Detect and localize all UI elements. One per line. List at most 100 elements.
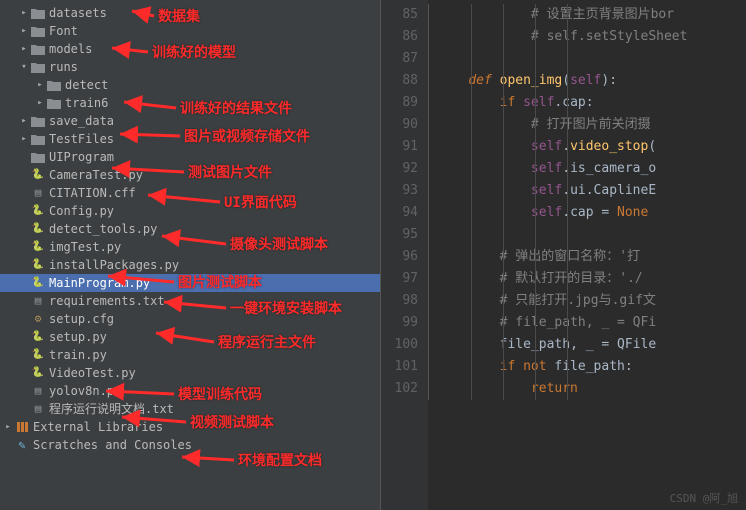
collapse-icon[interactable] xyxy=(18,58,30,76)
code-line[interactable]: return xyxy=(428,378,746,400)
line-number: 90 xyxy=(381,114,428,136)
tree-item-label: Config.py xyxy=(49,202,114,220)
expand-icon[interactable] xyxy=(18,130,30,148)
folder-icon xyxy=(30,114,46,128)
expand-icon[interactable] xyxy=(34,94,46,112)
expand-icon[interactable] xyxy=(2,418,14,436)
tree-item[interactable]: 🐍installPackages.py xyxy=(0,256,380,274)
folder-icon xyxy=(30,6,46,20)
tree-item-label: detect xyxy=(65,76,108,94)
python-file-icon: 🐍 xyxy=(30,240,46,254)
tree-item[interactable]: ▤CITATION.cff xyxy=(0,184,380,202)
line-number: 95 xyxy=(381,224,428,246)
line-number: 100 xyxy=(381,334,428,356)
code-line[interactable]: # self.setStyleSheet xyxy=(428,26,746,48)
tree-item[interactable]: ⚙setup.cfg xyxy=(0,310,380,328)
folder-icon xyxy=(30,150,46,164)
tree-item[interactable]: train6 xyxy=(0,94,380,112)
tree-item[interactable]: save_data xyxy=(0,112,380,130)
tree-item-label: train.py xyxy=(49,346,107,364)
code-line[interactable]: # 默认打开的目录：'./ xyxy=(428,268,746,290)
python-file-icon: 🐍 xyxy=(30,168,46,182)
code-line[interactable]: # 弹出的窗口名称：'打 xyxy=(428,246,746,268)
tree-item[interactable]: UIProgram xyxy=(0,148,380,166)
code-line[interactable]: self.video_stop( xyxy=(428,136,746,158)
tree-item[interactable]: 🐍detect_tools.py xyxy=(0,220,380,238)
line-number: 87 xyxy=(381,48,428,70)
tree-item-label: CameraTest.py xyxy=(49,166,143,184)
tree-item-label: detect_tools.py xyxy=(49,220,157,238)
file-icon: ▤ xyxy=(30,294,46,308)
code-line[interactable]: if not file_path: xyxy=(428,356,746,378)
tree-item-label: setup.py xyxy=(49,328,107,346)
tree-item[interactable]: External Libraries xyxy=(0,418,380,436)
tree-item[interactable]: models xyxy=(0,40,380,58)
tree-item-label: imgTest.py xyxy=(49,238,121,256)
code-line[interactable]: self.cap = None xyxy=(428,202,746,224)
folder-icon xyxy=(30,24,46,38)
line-number: 91 xyxy=(381,136,428,158)
file-icon: ▤ xyxy=(30,402,46,416)
expand-icon[interactable] xyxy=(34,76,46,94)
tree-item[interactable]: datasets xyxy=(0,4,380,22)
code-line[interactable]: def open_img(self): xyxy=(428,70,746,92)
code-line[interactable]: self.ui.CaplineE xyxy=(428,180,746,202)
tree-item-label: setup.cfg xyxy=(49,310,114,328)
line-number: 86 xyxy=(381,26,428,48)
code-line[interactable]: if self.cap: xyxy=(428,92,746,114)
project-tree[interactable]: datasetsFontmodelsrunsdetecttrain6save_d… xyxy=(0,0,380,510)
tree-item[interactable]: TestFiles xyxy=(0,130,380,148)
line-number: 102 xyxy=(381,378,428,400)
python-file-icon: 🐍 xyxy=(30,276,46,290)
expand-icon[interactable] xyxy=(18,40,30,58)
tree-item-label: train6 xyxy=(65,94,108,112)
code-line[interactable]: self.is_camera_o xyxy=(428,158,746,180)
expand-icon[interactable] xyxy=(18,4,30,22)
python-file-icon: 🐍 xyxy=(30,330,46,344)
config-file-icon: ⚙ xyxy=(30,312,46,326)
tree-item-label: models xyxy=(49,40,92,58)
tree-item[interactable]: detect xyxy=(0,76,380,94)
folder-icon xyxy=(46,96,62,110)
line-number: 92 xyxy=(381,158,428,180)
tree-item[interactable]: 🐍train.py xyxy=(0,346,380,364)
tree-item-label: 程序运行说明文档.txt xyxy=(49,400,174,418)
tree-item-label: Scratches and Consoles xyxy=(33,436,192,454)
tree-item[interactable]: 🐍imgTest.py xyxy=(0,238,380,256)
tree-item[interactable]: 🐍CameraTest.py xyxy=(0,166,380,184)
expand-icon[interactable] xyxy=(18,112,30,130)
tree-item[interactable]: ✎Scratches and Consoles xyxy=(0,436,380,454)
code-line[interactable]: # 只能打开.jpg与.gif文 xyxy=(428,290,746,312)
tree-item[interactable]: runs xyxy=(0,58,380,76)
line-number: 93 xyxy=(381,180,428,202)
tree-item[interactable]: 🐍MainProgram.py xyxy=(0,274,380,292)
tree-item[interactable]: ▤yolov8n.pt xyxy=(0,382,380,400)
tree-item[interactable]: ▤requirements.txt xyxy=(0,292,380,310)
tree-item[interactable]: Font xyxy=(0,22,380,40)
tree-item[interactable]: 🐍Config.py xyxy=(0,202,380,220)
tree-item-label: requirements.txt xyxy=(49,292,165,310)
folder-icon xyxy=(30,60,46,74)
tree-item-label: Font xyxy=(49,22,78,40)
tree-item[interactable]: 🐍setup.py xyxy=(0,328,380,346)
file-icon: ▤ xyxy=(30,186,46,200)
line-number: 97 xyxy=(381,268,428,290)
code-line[interactable]: # file_path, _ = QFi xyxy=(428,312,746,334)
tree-item-label: yolov8n.pt xyxy=(49,382,121,400)
code-line[interactable] xyxy=(428,48,746,70)
python-file-icon: 🐍 xyxy=(30,204,46,218)
code-editor[interactable]: # 设置主页背景图片bor # self.setStyleSheet def o… xyxy=(428,0,746,510)
expand-icon[interactable] xyxy=(18,22,30,40)
code-line[interactable]: # 设置主页背景图片bor xyxy=(428,4,746,26)
python-file-icon: 🐍 xyxy=(30,258,46,272)
tree-item[interactable]: ▤程序运行说明文档.txt xyxy=(0,400,380,418)
line-number: 85 xyxy=(381,4,428,26)
code-line[interactable] xyxy=(428,224,746,246)
tree-item-label: installPackages.py xyxy=(49,256,179,274)
tree-item[interactable]: 🐍VideoTest.py xyxy=(0,364,380,382)
line-number: 98 xyxy=(381,290,428,312)
code-line[interactable]: # 打开图片前关闭摄 xyxy=(428,114,746,136)
tree-item-label: External Libraries xyxy=(33,418,163,436)
code-line[interactable]: file_path, _ = QFile xyxy=(428,334,746,356)
line-number: 94 xyxy=(381,202,428,224)
